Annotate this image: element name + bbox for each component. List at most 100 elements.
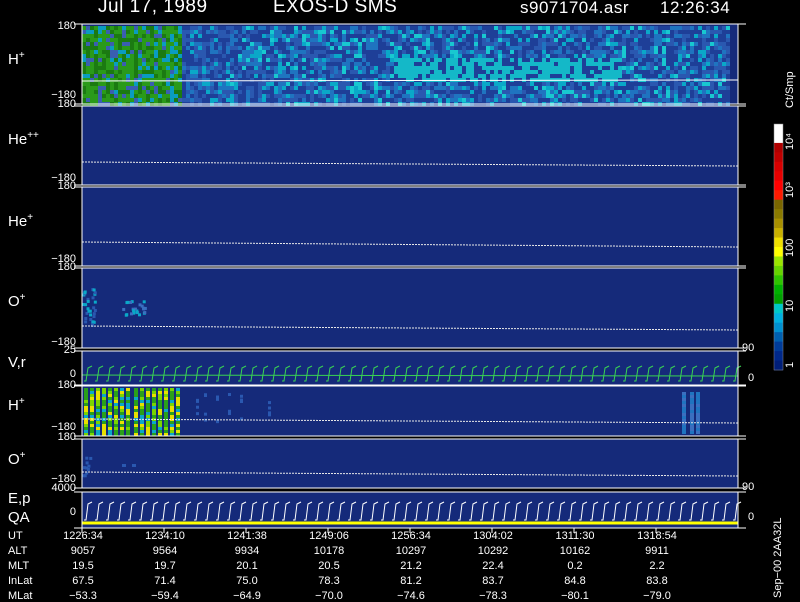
flux-cell bbox=[654, 42, 658, 46]
flux-cell bbox=[318, 74, 322, 78]
flux-cell bbox=[82, 86, 86, 90]
flux-cell bbox=[502, 54, 506, 58]
flux-cell bbox=[250, 66, 254, 70]
flux-cell bbox=[102, 391, 106, 394]
flux-cell bbox=[590, 42, 594, 46]
flux-cell bbox=[238, 30, 242, 34]
flux-cell bbox=[382, 30, 386, 34]
flux-cell bbox=[146, 70, 150, 74]
flux-cell bbox=[602, 86, 606, 90]
flux-cell bbox=[626, 66, 630, 70]
flux-cell bbox=[558, 30, 562, 34]
flux-cell bbox=[438, 82, 442, 86]
flux-cell bbox=[614, 58, 618, 62]
flux-cell bbox=[366, 74, 370, 78]
flux-cell bbox=[138, 313, 142, 317]
flux-cell bbox=[690, 74, 694, 78]
flux-cell bbox=[278, 38, 282, 42]
flux-cell bbox=[226, 90, 230, 94]
flux-cell bbox=[554, 42, 558, 46]
flux-cell bbox=[482, 30, 486, 34]
flux-cell bbox=[390, 38, 394, 42]
flux-cell bbox=[176, 421, 180, 424]
flux-cell bbox=[94, 70, 98, 74]
flux-cell bbox=[266, 94, 270, 98]
flux-cell bbox=[722, 82, 726, 86]
flux-cell bbox=[330, 30, 334, 34]
flux-cell bbox=[154, 86, 158, 90]
flux-cell bbox=[398, 38, 402, 42]
flux-cell bbox=[562, 58, 566, 62]
flux-cell bbox=[638, 70, 642, 74]
flux-cell bbox=[558, 50, 562, 54]
flux-cell bbox=[270, 42, 274, 46]
flux-cell bbox=[108, 430, 112, 433]
flux-cell bbox=[566, 38, 570, 42]
flux-cell bbox=[502, 74, 506, 78]
flux-cell bbox=[462, 86, 466, 90]
flux-cell bbox=[254, 98, 258, 102]
flux-cell bbox=[574, 90, 578, 94]
flux-cell bbox=[434, 66, 438, 70]
flux-cell bbox=[590, 82, 594, 86]
flux-cell bbox=[190, 46, 194, 50]
flux-cell bbox=[642, 34, 646, 38]
flux-cell bbox=[310, 62, 314, 66]
flux-cell bbox=[88, 309, 92, 313]
flux-cell bbox=[298, 38, 302, 42]
flux-cell bbox=[84, 397, 88, 400]
flux-cell bbox=[98, 38, 102, 42]
flux-cell bbox=[126, 30, 130, 34]
flux-cell bbox=[714, 62, 718, 66]
flux-cell bbox=[494, 98, 498, 102]
flux-cell bbox=[198, 46, 202, 50]
flux-cell bbox=[378, 74, 382, 78]
flux-cell bbox=[266, 34, 270, 38]
flux-cell bbox=[302, 74, 306, 78]
ytick-max: 180 bbox=[57, 20, 76, 32]
flux-cell bbox=[658, 46, 662, 50]
flux-cell bbox=[178, 98, 182, 102]
flux-cell bbox=[678, 62, 682, 66]
flux-cell bbox=[150, 74, 154, 78]
flux-cell bbox=[114, 403, 118, 406]
flux-cell bbox=[134, 427, 138, 430]
flux-cell bbox=[642, 70, 646, 74]
orbit-value: −59.4 bbox=[151, 590, 179, 602]
flux-cell bbox=[542, 70, 546, 74]
flux-cell bbox=[90, 26, 94, 30]
flux-cell bbox=[314, 98, 318, 102]
colorbar-segment bbox=[774, 171, 783, 182]
flux-cell bbox=[314, 38, 318, 42]
flux-cell bbox=[626, 54, 630, 58]
flux-cell bbox=[546, 90, 550, 94]
flux-cell bbox=[646, 82, 650, 86]
flux-cell bbox=[118, 50, 122, 54]
flux-cell bbox=[506, 62, 510, 66]
flux-cell bbox=[90, 82, 94, 86]
flux-cell bbox=[690, 94, 694, 98]
flux-cell bbox=[358, 78, 362, 82]
orbit-value: 1304:02 bbox=[473, 530, 513, 542]
flux-cell bbox=[650, 66, 654, 70]
flux-cell bbox=[138, 303, 142, 307]
flux-cell bbox=[210, 58, 214, 62]
flux-cell bbox=[326, 94, 330, 98]
flux-cell bbox=[158, 424, 162, 427]
flux-cell bbox=[566, 54, 570, 58]
flux-cell bbox=[110, 58, 114, 62]
flux-cell bbox=[406, 90, 410, 94]
flux-cell bbox=[394, 86, 398, 90]
flux-cell bbox=[606, 38, 610, 42]
flux-cell bbox=[714, 38, 718, 42]
flux-cell bbox=[278, 54, 282, 58]
flux-cell bbox=[318, 70, 322, 74]
flux-cell bbox=[698, 74, 702, 78]
flux-cell bbox=[370, 30, 374, 34]
flux-cell bbox=[670, 26, 674, 30]
flux-cell bbox=[414, 66, 418, 70]
flux-cell bbox=[330, 58, 334, 62]
flux-cell bbox=[390, 98, 394, 102]
flux-cell bbox=[294, 30, 298, 34]
flux-cell bbox=[198, 54, 202, 58]
